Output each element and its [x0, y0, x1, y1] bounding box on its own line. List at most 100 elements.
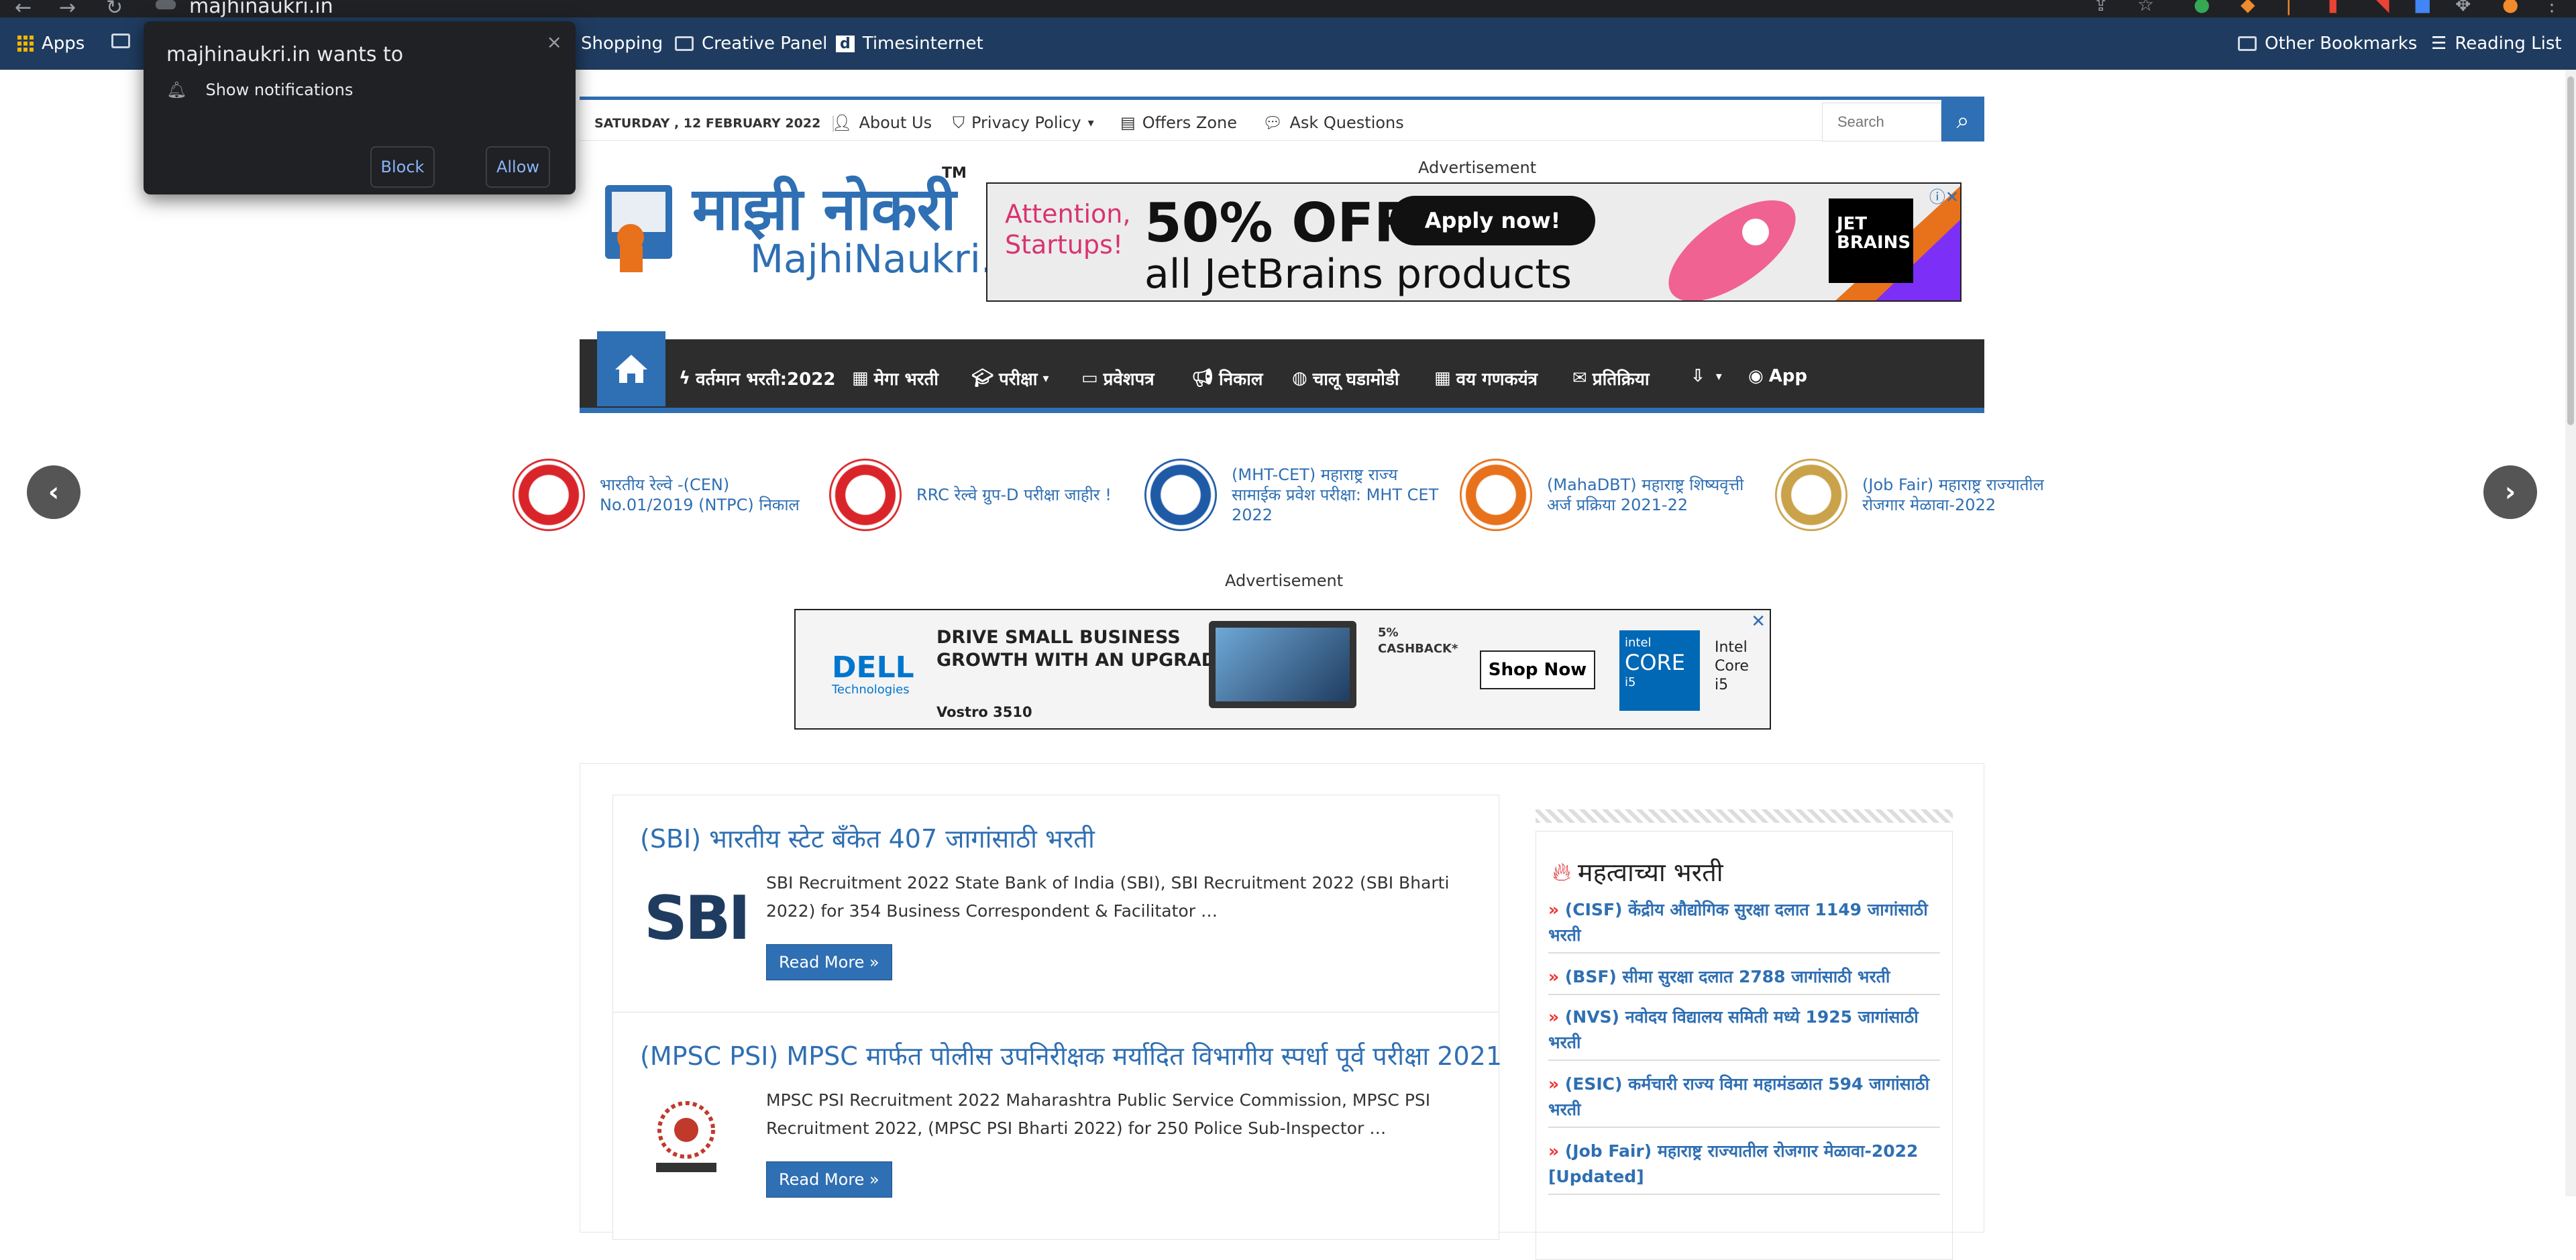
- dell-ad-banner[interactable]: DELL Technologies DRIVE SMALL BUSINESS GR…: [794, 609, 1771, 730]
- profile-avatar-icon[interactable]: ●: [2502, 0, 2518, 15]
- ad-apply-button[interactable]: Apply now!: [1390, 196, 1595, 245]
- cet-logo-icon: [1144, 459, 1217, 531]
- sidebar-divider: [1536, 809, 1953, 823]
- bookmark-reading-list[interactable]: ☰ Reading List: [2431, 34, 2562, 54]
- extension-icon[interactable]: ■: [2414, 0, 2431, 15]
- extension-icon[interactable]: ◥: [2375, 0, 2390, 15]
- lock-icon[interactable]: [156, 0, 176, 9]
- top-bar: SATURDAY , 12 FEBRUARY 2022 | 👤︎ About Us…: [580, 97, 1984, 141]
- address-bar[interactable]: majhinaukri.in: [189, 0, 333, 18]
- post-card: (MPSC PSI) MPSC मार्फत पोलीस उपनिरीक्षक …: [612, 1012, 1502, 1240]
- page-scrollbar[interactable]: [2565, 70, 2576, 1196]
- slider-item[interactable]: (MahaDBT) महाराष्ट्र शिष्यवृत्ती अर्ज प्…: [1460, 459, 1755, 531]
- allow-button[interactable]: Allow: [486, 146, 550, 188]
- chevron-down-icon: ▾: [1042, 371, 1049, 386]
- sidebar-link[interactable]: » (Job Fair) महाराष्ट्र राज्यातील रोजगार…: [1548, 1139, 1940, 1195]
- folder-icon: [111, 34, 130, 48]
- sidebar-link[interactable]: » (ESIC) कर्मचारी राज्य विमा महामंडळात 5…: [1548, 1072, 1940, 1128]
- android-icon: ◉: [1748, 366, 1764, 386]
- slider-next-button[interactable]: ›: [2483, 465, 2537, 519]
- chevron-left-icon: ‹: [48, 477, 60, 508]
- nav-item-mega-recruitment[interactable]: ▦ मेगा भरती: [852, 366, 938, 390]
- sbi-logo: SBI: [644, 882, 751, 954]
- shop-now-button[interactable]: Shop Now: [1480, 650, 1595, 689]
- read-more-button[interactable]: Read More »: [766, 944, 892, 980]
- privacy-policy-link[interactable]: ⛉ Privacy Policy ▾: [953, 113, 1094, 132]
- ad-headline: DRIVE SMALL BUSINESS GROWTH WITH AN UPGRA…: [936, 627, 1229, 671]
- bookmark-timesinternet[interactable]: d Timesinternet: [836, 34, 983, 54]
- indian-railways-logo-icon: [829, 459, 902, 531]
- scrollbar-thumb[interactable]: [2567, 76, 2574, 425]
- extension-icon[interactable]: ❘: [2281, 0, 2296, 15]
- folder-icon: [2238, 36, 2257, 51]
- nav-item-admit-card[interactable]: ▭ प्रवेशपत्र: [1081, 366, 1155, 390]
- post-title[interactable]: (MPSC PSI) MPSC मार्फत पोलीस उपनिरीक्षक …: [640, 1038, 1502, 1073]
- slider-item[interactable]: (Job Fair) महाराष्ट्र राज्यातील रोजगार म…: [1775, 459, 2070, 531]
- read-more-button[interactable]: Read More »: [766, 1161, 892, 1198]
- bookmark-other[interactable]: Other Bookmarks: [2238, 34, 2417, 54]
- post-excerpt: MPSC PSI Recruitment 2022 Maharashtra Pu…: [766, 1090, 1431, 1138]
- extensions-puzzle-icon[interactable]: ✥: [2455, 0, 2471, 15]
- offers-zone-link[interactable]: ▤ Offers Zone: [1120, 113, 1237, 132]
- share-icon[interactable]: ⇪: [2093, 0, 2108, 15]
- grammarly-icon[interactable]: ●: [2194, 0, 2210, 15]
- slider-item-text: (Job Fair) महाराष्ट्र राज्यातील रोजगार म…: [1862, 475, 2044, 514]
- forward-icon[interactable]: →: [59, 0, 76, 19]
- slider-item-text: (MahaDBT) महाराष्ट्र शिष्यवृत्ती अर्ज प्…: [1547, 475, 1744, 514]
- close-icon[interactable]: ×: [547, 31, 562, 53]
- content-area: (SBI) भारतीय स्टेट बँकेत 407 जागांसाठी भ…: [580, 763, 1984, 1260]
- home-button[interactable]: [597, 331, 665, 406]
- laptop-image: [1209, 621, 1356, 708]
- nav-item-results[interactable]: 📢︎ निकाल: [1191, 366, 1263, 390]
- ad-close-icon[interactable]: ✕: [1751, 612, 1766, 632]
- nav-item-current-recruitment[interactable]: ϟ वर्तमान भरती:2022: [679, 366, 835, 390]
- ad-close-icon[interactable]: ⓘ✕: [1929, 184, 1959, 207]
- slider-item-text: RRC रेल्वे ग्रुप-D परीक्षा जाहीर !: [916, 485, 1112, 504]
- back-icon[interactable]: ←: [15, 0, 32, 19]
- bookmark-folder[interactable]: [111, 34, 130, 48]
- search-icon: ⌕: [1956, 107, 1970, 134]
- sidebar-link[interactable]: » (BSF) सीमा सुरक्षा दलात 2788 जागांसाठी…: [1548, 964, 1940, 995]
- search-button[interactable]: ⌕: [1941, 100, 1984, 141]
- slider-item[interactable]: RRC रेल्वे ग्रुप-D परीक्षा जाहीर !: [829, 459, 1124, 531]
- slider-item-text: भारतीय रेल्वे -(CEN) No.01/2019 (NTPC) न…: [600, 475, 800, 514]
- sidebar-link[interactable]: » (NVS) नवोदय विद्यालय समिती मध्ये 1925 …: [1548, 1005, 1940, 1061]
- mpsc-logo-icon: [656, 1101, 716, 1172]
- popup-title: majhinaukri.in wants to: [166, 43, 404, 66]
- sidebar-link[interactable]: » (CISF) केंद्रीय औद्योगिक सुरक्षा दलात …: [1548, 897, 1940, 954]
- ad-model: Vostro 3510: [936, 704, 1032, 720]
- browser-toolbar: ← → ↻ majhinaukri.in ⇪ ☆ ● ◆ ❘ ▮ ◥ ■ ✥ ●…: [0, 0, 2576, 19]
- nav-item-app[interactable]: ◉ App: [1748, 366, 1807, 386]
- jetbrains-ad-banner[interactable]: Attention, Startups! 50% OFF Apply now! a…: [986, 182, 1962, 302]
- post-title[interactable]: (SBI) भारतीय स्टेट बँकेत 407 जागांसाठी भ…: [640, 821, 1095, 856]
- current-date: SATURDAY , 12 FEBRUARY 2022: [594, 116, 821, 131]
- slider-item[interactable]: भारतीय रेल्वे -(CEN) No.01/2019 (NTPC) न…: [513, 459, 808, 531]
- extension-icon[interactable]: ▮: [2328, 0, 2338, 15]
- site-logo[interactable]: माझी नोकरी TM MajhiNaukri.in: [597, 165, 1028, 292]
- about-us-link[interactable]: 👤︎ About Us: [832, 113, 932, 132]
- advertisement-label: Advertisement: [1418, 158, 1537, 177]
- search-input[interactable]: [1822, 103, 1941, 141]
- slider-item-text: (MHT-CET) महाराष्ट्र राज्य सामाईक प्रवेश…: [1232, 465, 1439, 524]
- block-button[interactable]: Block: [370, 146, 435, 188]
- slider-prev-button[interactable]: ‹: [27, 465, 80, 519]
- nav-item-feedback[interactable]: ✉ प्रतिक्रिया: [1572, 366, 1650, 390]
- bookmark-star-icon[interactable]: ☆: [2137, 0, 2154, 15]
- shield-icon: ⛉: [953, 113, 965, 132]
- slider-item[interactable]: (MHT-CET) महाराष्ट्र राज्य सामाईक प्रवेश…: [1144, 459, 1440, 531]
- nav-item-age-calculator[interactable]: ▦ वय गणकयंत्र: [1434, 366, 1538, 390]
- menu-icon[interactable]: ⋮: [2542, 0, 2561, 15]
- nav-item-current-affairs[interactable]: ◍ चालू घडामोडी: [1292, 366, 1399, 390]
- nav-item-download[interactable]: ⇩ ▾: [1690, 366, 1722, 386]
- ad-cashback: 5% CASHBACK*: [1378, 626, 1458, 656]
- bookmark-creative-panel[interactable]: Creative Panel: [675, 34, 827, 54]
- reload-icon[interactable]: ↻: [106, 0, 123, 19]
- dell-logo-sub: Technologies: [832, 683, 910, 697]
- bookmark-shopping[interactable]: Shopping: [581, 34, 663, 54]
- ask-questions-link[interactable]: 💬︎ Ask Questions: [1263, 113, 1404, 132]
- extension-icon[interactable]: ◆: [2241, 0, 2255, 15]
- bell-icon: 🔔︎: [166, 80, 187, 99]
- chevron-down-icon: ▾: [1087, 115, 1094, 130]
- nav-item-exams[interactable]: 🎓︎ परीक्षा ▾: [971, 366, 1049, 390]
- bookmark-apps[interactable]: Apps: [17, 34, 85, 54]
